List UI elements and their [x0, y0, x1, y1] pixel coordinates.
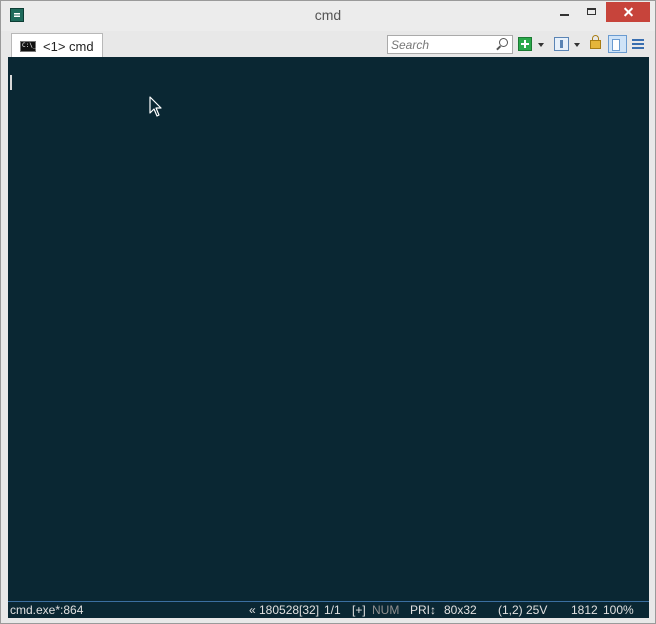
status-pid[interactable]: 1812 — [571, 603, 598, 617]
minimize-button[interactable] — [550, 2, 578, 22]
status-bar: cmd.exe*:864 « 180528[32] 1/1 [+] NUM PR… — [8, 601, 649, 618]
status-page[interactable]: 1/1 — [324, 603, 341, 617]
new-console-icon[interactable] — [518, 37, 532, 51]
status-size[interactable]: 80x32 — [444, 603, 477, 617]
title-bar[interactable]: cmd — [1, 1, 655, 31]
status-priority[interactable]: PRI↕ — [410, 603, 436, 617]
tab-label: <1> cmd — [43, 39, 94, 54]
text-cursor — [10, 75, 12, 90]
split-view-icon[interactable] — [608, 35, 627, 53]
lock-icon[interactable] — [590, 35, 601, 49]
console-icon: C:\_ — [20, 41, 36, 52]
tab-cmd[interactable]: C:\_ <1> cmd — [11, 33, 103, 57]
status-process[interactable]: cmd.exe*:864 — [10, 603, 83, 617]
search-input[interactable] — [391, 37, 491, 52]
search-box[interactable] — [387, 35, 513, 54]
search-icon[interactable] — [499, 38, 508, 47]
maximize-button[interactable] — [578, 2, 606, 22]
menu-icon[interactable] — [632, 38, 644, 50]
status-plus[interactable]: [+] — [352, 603, 366, 617]
close-button[interactable] — [606, 2, 650, 22]
status-buffer[interactable]: « 180528[32] — [249, 603, 319, 617]
panel-view-icon[interactable] — [554, 37, 569, 51]
status-num[interactable]: NUM — [372, 603, 399, 617]
tab-toolbar: C:\_ <1> cmd — [1, 31, 655, 57]
conemu-window: cmd C:\_ <1> cmd cmd.exe*:864 « 180528[3… — [0, 0, 656, 624]
status-zoom[interactable]: 100% — [603, 603, 634, 617]
console-area[interactable] — [8, 57, 649, 601]
dropdown-caret-icon[interactable] — [538, 43, 544, 47]
mouse-pointer-icon — [149, 96, 162, 117]
dropdown-caret-icon[interactable] — [574, 43, 580, 47]
status-cursor-pos[interactable]: (1,2) 25V — [498, 603, 547, 617]
